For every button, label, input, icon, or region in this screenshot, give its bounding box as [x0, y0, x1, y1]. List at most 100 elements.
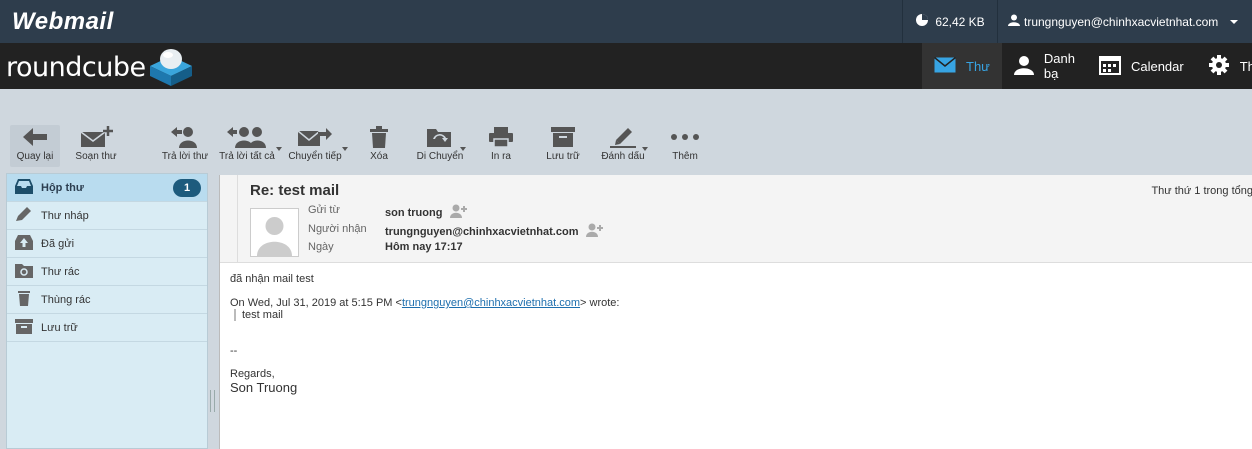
quote-email-link[interactable]: trungnguyen@chinhxacvietnhat.com: [402, 297, 580, 309]
unread-count-badge: 1: [173, 178, 201, 197]
signature-name: Son Truong: [230, 380, 298, 395]
compose-label: Soạn thư: [75, 151, 117, 162]
sent-icon: [15, 234, 33, 253]
nav-calendar[interactable]: Calendar: [1087, 43, 1196, 89]
folder-inbox[interactable]: Hộp thư 1: [7, 174, 207, 202]
more-dots-icon: [670, 133, 700, 144]
print-button[interactable]: In ra: [486, 125, 516, 167]
archive-label: Lưu trữ: [546, 151, 580, 162]
pie-chart-icon: [915, 13, 929, 30]
folder-junk[interactable]: Thư rác: [7, 258, 207, 286]
folder-archive[interactable]: Lưu trữ: [7, 314, 207, 342]
nav-settings[interactable]: Th: [1196, 43, 1252, 89]
logo-text: roundcube: [6, 51, 146, 83]
mark-button[interactable]: Đánh dấu: [600, 125, 648, 167]
folder-drafts[interactable]: Thư nháp: [7, 202, 207, 230]
quota-indicator[interactable]: 62,42 KB: [902, 0, 998, 43]
folder-label: Thư rác: [41, 265, 80, 278]
user-menu[interactable]: trungnguyen@chinhxacvietnhat.com: [1000, 0, 1252, 43]
highlighter-icon: [610, 126, 636, 151]
nav-contacts-label: Danh bạ: [1043, 51, 1075, 81]
reply-all-button[interactable]: Trả lời tất cả: [218, 125, 282, 167]
folder-sent[interactable]: Đã gửi: [7, 230, 207, 258]
gear-icon: [1208, 54, 1230, 79]
move-label: Di Chuyển: [416, 151, 464, 162]
nav-calendar-label: Calendar: [1130, 58, 1184, 74]
delete-button[interactable]: Xóa: [364, 125, 394, 167]
chevron-down-icon: [1230, 19, 1239, 24]
nav-mail[interactable]: Thư: [922, 43, 1002, 89]
quota-text: 62,42 KB: [935, 14, 985, 29]
quote-intro-prefix: On Wed, Jul 31, 2019 at 5:15 PM <: [230, 297, 402, 309]
date-label: Ngày: [308, 241, 334, 253]
junk-icon: [15, 262, 33, 281]
reply-button[interactable]: Trả lời thư: [160, 125, 210, 167]
compose-button[interactable]: Soạn thư: [72, 125, 120, 167]
message-count: Thư thứ 1 trong tổng: [1151, 185, 1252, 197]
forward-button[interactable]: Chuyển tiếp: [288, 125, 348, 167]
body-text: đã nhận mail test: [230, 273, 314, 285]
user-email: trungnguyen@chinhxacvietnhat.com: [1024, 14, 1219, 29]
message-subject: Re: test mail: [250, 182, 340, 199]
main-nav: Thư Danh bạ Calendar Th: [922, 43, 1252, 89]
quoted-text: test mail: [234, 309, 283, 321]
reply-label: Trả lời thư: [161, 151, 209, 162]
to-label: Người nhận: [308, 223, 367, 235]
chevron-down-icon[interactable]: [276, 147, 282, 151]
calendar-icon: [1098, 55, 1121, 78]
contacts-icon: [1013, 55, 1034, 78]
compose-mail-icon: [79, 125, 113, 151]
folder-trash[interactable]: Thùng rác: [7, 286, 207, 314]
header-divider: [237, 175, 238, 263]
roundcube-logo[interactable]: roundcube: [6, 47, 196, 87]
move-folder-icon: [427, 127, 453, 150]
forward-mail-icon: [297, 127, 332, 150]
more-button[interactable]: Thêm: [668, 125, 702, 167]
reply-all-icon: [227, 126, 267, 151]
chevron-down-icon[interactable]: [642, 147, 648, 151]
signature-regards: Regards,: [230, 368, 275, 380]
from-value-row: son truong: [385, 204, 468, 221]
nav-mail-label: Thư: [966, 58, 990, 74]
print-label: In ra: [490, 151, 511, 162]
reply-icon: [170, 126, 200, 151]
roundcube-box-icon: [146, 44, 196, 91]
panel-splitter[interactable]: [210, 390, 215, 412]
add-contact-icon[interactable]: [586, 223, 604, 240]
folder-label: Hộp thư: [41, 181, 84, 194]
folder-list: Hộp thư 1 Thư nháp Đã gửi Thư rác Thùng …: [6, 173, 208, 449]
quote-intro: On Wed, Jul 31, 2019 at 5:15 PM <trungng…: [230, 297, 619, 309]
nav-settings-label: Th: [1239, 58, 1252, 74]
folder-label: Thư nháp: [41, 209, 89, 222]
pencil-icon: [15, 206, 33, 225]
chevron-down-icon[interactable]: [342, 147, 348, 151]
add-contact-icon[interactable]: [450, 204, 468, 221]
move-button[interactable]: Di Chuyển: [416, 125, 466, 167]
folder-label: Lưu trữ: [41, 321, 78, 334]
message-header: Re: test mail Thư thứ 1 trong tổng Gửi t…: [220, 175, 1252, 263]
to-value[interactable]: trungnguyen@chinhxacvietnhat.com: [385, 226, 578, 238]
chevron-down-icon[interactable]: [460, 147, 466, 151]
folder-label: Đã gửi: [41, 237, 75, 250]
quote-intro-suffix: > wrote:: [580, 297, 620, 309]
back-button[interactable]: Quay lại: [10, 125, 60, 167]
inbox-icon: [15, 178, 33, 197]
signature-separator: --: [230, 345, 238, 357]
message-view: Re: test mail Thư thứ 1 trong tổng Gửi t…: [219, 175, 1252, 449]
arrow-left-icon: [23, 127, 47, 149]
app-title: Webmail: [12, 8, 114, 35]
delete-label: Xóa: [370, 151, 388, 162]
archive-button[interactable]: Lưu trữ: [544, 125, 582, 167]
toolbar: Quay lại Soạn thư Trả lời thư Trả lời tấ…: [0, 89, 1252, 173]
to-value-row: trungnguyen@chinhxacvietnhat.com: [385, 223, 604, 240]
from-value[interactable]: son truong: [385, 207, 442, 219]
header-bar: roundcube Thư Danh bạ Calendar Th: [0, 43, 1252, 89]
nav-contacts[interactable]: Danh bạ: [1002, 43, 1087, 89]
back-label: Quay lại: [16, 151, 54, 162]
reply-all-label: Trả lời tất cả: [219, 151, 275, 162]
mark-label: Đánh dấu: [601, 151, 645, 162]
archive-icon: [15, 318, 33, 337]
forward-label: Chuyển tiếp: [288, 151, 342, 162]
sender-avatar: [250, 208, 299, 257]
top-bar: Webmail 62,42 KB trungnguyen@chinhxacvie…: [0, 0, 1252, 43]
